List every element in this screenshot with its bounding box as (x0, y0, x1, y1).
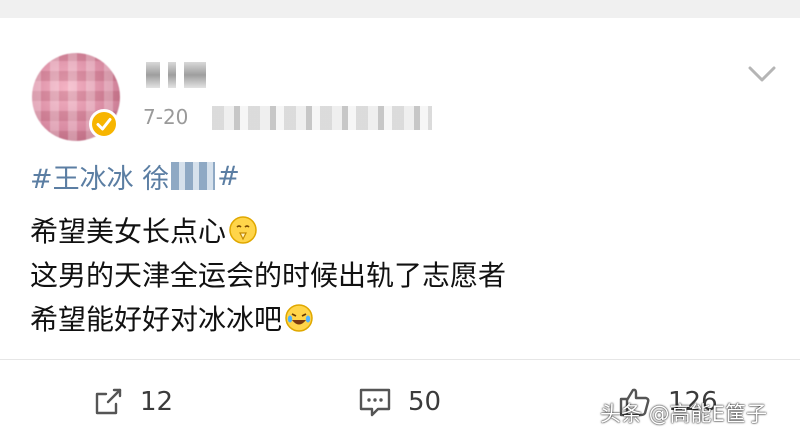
post-line: 希望美女长点心 (30, 210, 258, 250)
divider (0, 359, 800, 360)
post-source-blurred (212, 106, 432, 130)
watermark: 头条 @高能E筐子 (600, 402, 767, 426)
laugh-cry-emoji-icon (285, 304, 313, 332)
post-date: 7-20 (143, 105, 189, 129)
topic-tag-link[interactable]: #王冰冰 徐 # (30, 155, 240, 197)
comment-count: 50 (408, 387, 442, 417)
top-gap (0, 0, 800, 18)
post-line-text: 希望能好好对冰冰吧 (30, 303, 283, 336)
verified-icon (89, 109, 119, 139)
repost-count: 12 (140, 387, 174, 417)
chevron-down-icon[interactable] (744, 56, 780, 92)
repost-icon (95, 388, 122, 415)
post-line: 这男的天津全运会的时候出轨了志愿者 (30, 254, 506, 294)
username-blurred[interactable] (146, 62, 246, 88)
comment-icon (359, 388, 391, 417)
post-line-text: 这男的天津全运会的时候出轨了志愿者 (30, 259, 507, 292)
post-line: 希望能好好对冰冰吧 (30, 298, 314, 338)
post-line-text: 希望美女长点心 (30, 215, 227, 248)
pray-face-emoji-icon (229, 216, 257, 244)
topic-tag-suffix: # (217, 160, 240, 192)
topic-tag-blurred (171, 162, 216, 190)
comment-button[interactable]: 50 (358, 384, 441, 420)
topic-tag-prefix: #王冰冰 徐 (30, 163, 170, 195)
repost-button[interactable]: 12 (92, 384, 173, 420)
